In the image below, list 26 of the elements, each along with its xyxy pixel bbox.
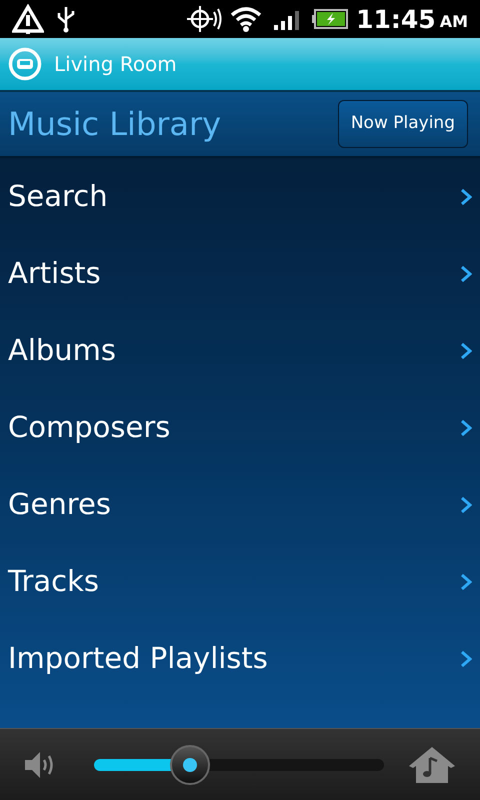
slider-thumb[interactable] [170, 744, 210, 784]
usb-icon [56, 5, 76, 33]
menu-item[interactable]: Albums [0, 312, 480, 389]
gps-icon [186, 3, 222, 35]
chevron-icon [460, 572, 472, 590]
menu-item[interactable]: Composers [0, 389, 480, 466]
clock: 11:45 [356, 6, 436, 32]
chevron-icon [460, 264, 472, 282]
clock-meridiem: AM [440, 14, 468, 30]
chevron-icon [460, 650, 472, 668]
menu-item[interactable]: Imported Playlists [0, 620, 480, 697]
wifi-icon [230, 6, 262, 32]
chevron-icon [460, 188, 472, 206]
menu-item[interactable]: Artists [0, 235, 480, 312]
warning-icon [12, 4, 44, 34]
chevron-icon [460, 496, 472, 514]
menu-item[interactable]: Tracks [0, 543, 480, 620]
battery-icon [312, 9, 348, 29]
menu-item[interactable]: Search [0, 158, 480, 235]
music-home-icon[interactable] [408, 746, 456, 784]
menu-item[interactable]: Genres [0, 466, 480, 543]
chevron-icon [460, 418, 472, 436]
now-playing-button[interactable]: Now Playing [338, 100, 468, 148]
chevron-icon [460, 342, 472, 360]
page-title: Music Library [8, 104, 222, 145]
signal-icon [274, 8, 300, 30]
